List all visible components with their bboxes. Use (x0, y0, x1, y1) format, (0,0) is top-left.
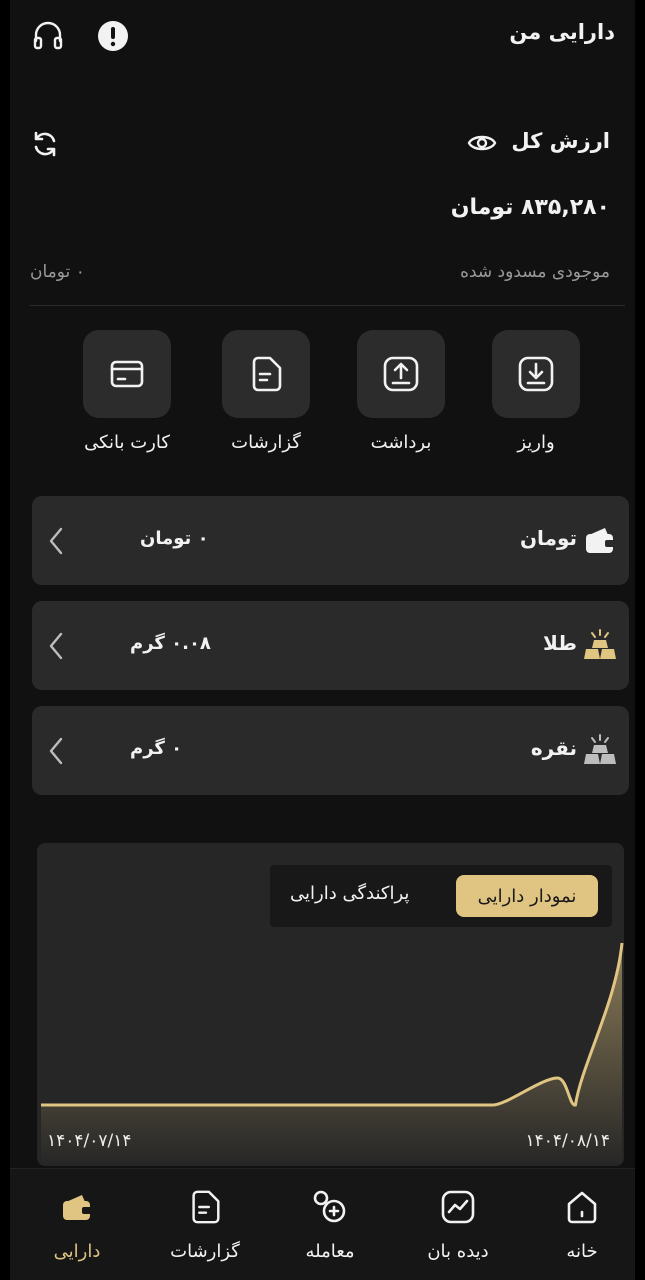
total-value-row: ارزش کل (10, 125, 635, 165)
document-icon (185, 1187, 225, 1227)
chevron-left-icon (46, 631, 66, 661)
divider (30, 305, 625, 306)
chart-start-date: ۱۴۰۴/۰۷/۱۴ (47, 1131, 132, 1151)
reports-button[interactable]: گزارشات (221, 330, 311, 453)
nav-assets[interactable]: دارایی (22, 1187, 132, 1262)
document-icon[interactable] (222, 330, 310, 418)
withdraw-label: برداشت (370, 432, 432, 453)
eye-icon[interactable] (467, 130, 497, 156)
asset-value: ۰ گرم (130, 738, 183, 759)
total-amount: ۸۳۵,۲۸۰ تومان (450, 195, 610, 220)
chart-line (41, 942, 624, 1107)
bank-card-label: کارت بانکی (84, 432, 170, 453)
app-screen: دارایی من ارزش کل ۸۳۵,۲۸۰ تومان موجودی م… (0, 0, 645, 1280)
nav-label: معامله (305, 1241, 355, 1262)
asset-chart-card: نمودار دارایی پراکندگی دارایی ۱۴۰۴/۰۷/۱۴… (37, 843, 624, 1166)
chart-tabs: نمودار دارایی پراکندگی دارایی (270, 865, 612, 927)
nav-label: دارایی (53, 1241, 101, 1262)
nav-label: دیده بان (427, 1241, 489, 1262)
tab-asset-chart[interactable]: نمودار دارایی (456, 875, 598, 917)
tab-asset-distribution[interactable]: پراکندگی دارایی (290, 883, 409, 904)
deposit-label: واریز (517, 432, 555, 453)
asset-row-gold[interactable]: ۰.۰۸ گرم طلا (32, 601, 629, 690)
blocked-balance-row: موجودی مسدود شده ۰ تومان (30, 262, 610, 292)
total-value-label: ارزش کل (511, 129, 610, 153)
deposit-button[interactable]: واریز (491, 330, 581, 453)
withdraw-button[interactable]: برداشت (356, 330, 446, 453)
nav-trade[interactable]: معامله (275, 1187, 385, 1262)
asset-name: نقره (530, 736, 577, 760)
nav-label: خانه (566, 1241, 598, 1262)
alert-icon[interactable] (95, 18, 131, 54)
download-icon[interactable] (492, 330, 580, 418)
chart-end-date: ۱۴۰۴/۰۸/۱۴ (525, 1131, 610, 1151)
upload-icon[interactable] (357, 330, 445, 418)
asset-value: ۰.۰۸ گرم (130, 633, 211, 654)
home-icon (562, 1187, 602, 1227)
screen-edge (0, 0, 10, 1280)
bank-card-button[interactable]: کارت بانکی (82, 330, 172, 453)
chevron-left-icon (46, 736, 66, 766)
blocked-balance-value: ۰ تومان (30, 262, 85, 282)
nav-home[interactable]: خانه (527, 1187, 637, 1262)
wallet-icon (57, 1187, 97, 1227)
gold-bars-icon (583, 628, 617, 662)
asset-value: ۰ تومان (140, 528, 209, 549)
trade-icon (310, 1187, 350, 1227)
silver-bars-icon (583, 733, 617, 767)
nav-watchlist[interactable]: دیده بان (403, 1187, 513, 1262)
nav-label: گزارشات (170, 1241, 240, 1262)
header: دارایی من (10, 0, 635, 80)
reports-label: گزارشات (231, 432, 301, 453)
bottom-nav: خانه دیده بان معامله گزارشات دارایی (10, 1168, 635, 1280)
asset-row-silver[interactable]: ۰ گرم نقره (32, 706, 629, 795)
blocked-balance-label: موجودی مسدود شده (460, 262, 610, 282)
nav-reports[interactable]: گزارشات (150, 1187, 260, 1262)
asset-name: تومان (519, 526, 577, 550)
asset-row-toman[interactable]: ۰ تومان تومان (32, 496, 629, 585)
screen-edge (635, 0, 645, 1280)
headset-icon[interactable] (30, 18, 66, 54)
refresh-icon[interactable] (30, 129, 60, 159)
chart-icon (438, 1187, 478, 1227)
chevron-left-icon (46, 526, 66, 556)
page-title: دارایی من (509, 20, 615, 44)
bank-card-icon[interactable] (83, 330, 171, 418)
wallet-icon (583, 523, 617, 557)
asset-name: طلا (542, 631, 577, 655)
